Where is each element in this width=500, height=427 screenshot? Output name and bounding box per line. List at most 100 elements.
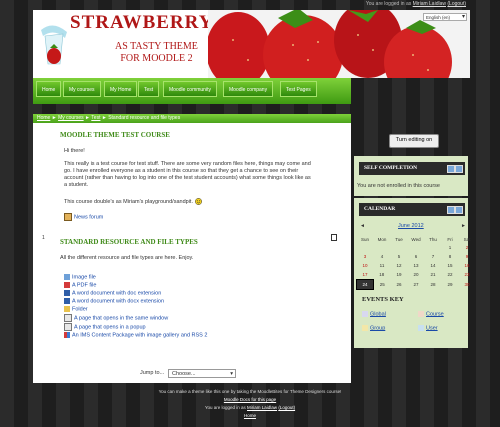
calendar-day[interactable]: 13 <box>408 261 425 270</box>
calendar-day[interactable]: 21 <box>425 270 442 280</box>
calendar-day[interactable]: 8 <box>442 252 459 261</box>
calendar-day[interactable]: 17 <box>357 270 374 280</box>
login-prefix: You are logged in as <box>365 1 413 7</box>
section-title: STANDARD RESOURCE AND FILE TYPES <box>60 238 198 246</box>
smiley-icon <box>194 198 202 205</box>
site-title[interactable]: STRAWBERRY <box>70 12 213 34</box>
calendar-day[interactable]: 15 <box>442 261 459 270</box>
footer-logout-link[interactable]: (Logout) <box>278 405 295 410</box>
login-user-link[interactable]: Miriam Laidlaw <box>413 1 446 7</box>
jump-to-select[interactable]: Choose... <box>168 369 236 379</box>
breadcrumb-home[interactable]: Home <box>37 115 50 121</box>
calendar-day[interactable]: 25 <box>374 280 391 290</box>
word-icon <box>64 289 70 296</box>
nav-tab-my-home[interactable]: My Home <box>104 81 138 97</box>
resource-label: Folder <box>72 306 88 313</box>
resource-ims-package[interactable]: An IMS Content Package with image galler… <box>64 331 208 340</box>
block-dock-icon[interactable] <box>447 206 455 214</box>
resource-word-docx[interactable]: A word document with docx extension <box>64 297 207 306</box>
footer-login-info: You are logged in as Miriam Laidlaw (Log… <box>0 404 500 412</box>
course-note-text: This course double's as Miriam's playgro… <box>64 198 193 205</box>
calendar-next-month[interactable]: ► <box>461 223 466 229</box>
nav-tab-test[interactable]: Test <box>138 81 160 97</box>
event-key-course[interactable]: Course <box>418 311 444 317</box>
calendar-day-header: Sun <box>360 237 369 242</box>
calendar-day[interactable]: 12 <box>391 261 408 270</box>
calendar-month-title[interactable]: June 2012 <box>398 223 424 229</box>
event-key-global[interactable]: Global <box>362 311 386 317</box>
calendar-day[interactable]: 22 <box>442 270 459 280</box>
calendar-day[interactable]: 10 <box>357 261 374 270</box>
event-key-label: Course <box>426 311 444 318</box>
main-nav: Home My courses My Home Test Moodle comm… <box>33 78 351 104</box>
resource-page-same-window[interactable]: A page that opens in the same window <box>64 313 207 323</box>
calendar-day[interactable]: 5 <box>391 252 408 261</box>
calendar-day[interactable]: 24 <box>356 279 374 290</box>
calendar-day-header: Tue <box>395 237 403 242</box>
resource-label: An IMS Content Package with image galler… <box>72 332 208 339</box>
breadcrumb-my-courses[interactable]: My courses <box>58 115 84 121</box>
nav-tab-my-courses[interactable]: My courses <box>63 81 101 97</box>
resource-page-popup[interactable]: A page that opens in a popup <box>64 322 207 332</box>
event-key-user[interactable]: User <box>418 325 438 331</box>
calendar-day[interactable]: 30 <box>459 280 476 290</box>
calendar-day[interactable]: 2 <box>459 243 476 252</box>
nav-tab-test-pages[interactable]: Test Pages <box>280 81 317 97</box>
resource-image-file[interactable]: Image file <box>64 274 207 282</box>
moodle-docs-link[interactable]: Moodle Docs for this page <box>224 397 276 402</box>
calendar-day[interactable]: 20 <box>408 270 425 280</box>
footer-user-link[interactable]: Miriam Laidlaw <box>247 405 277 410</box>
group-events-icon <box>362 325 368 331</box>
main-content: MOODLE THEME TEST COURSE Hi there! This … <box>33 123 351 383</box>
site-header: STRAWBERRY AS TASTY THEME FOR MOODLE 2 E… <box>33 10 470 78</box>
resource-label: A word document with doc extension <box>72 290 162 297</box>
nav-tab-moodle-company[interactable]: Moodle company <box>223 81 274 97</box>
calendar-day[interactable]: 9 <box>459 252 476 261</box>
calendar-day[interactable]: 26 <box>391 280 408 290</box>
calendar-week: 10 11 12 13 14 15 16 <box>357 261 476 270</box>
calendar-day[interactable]: 19 <box>391 270 408 280</box>
footer-home-link[interactable]: Home <box>244 413 256 418</box>
calendar-day[interactable]: 27 <box>408 280 425 290</box>
calendar-day[interactable]: 23 <box>459 270 476 280</box>
calendar-day <box>357 243 374 252</box>
section-toggle-icon[interactable] <box>331 234 337 241</box>
resource-pdf-file[interactable]: A PDF file <box>64 281 207 290</box>
news-forum-link[interactable]: News forum <box>64 213 103 222</box>
folder-icon <box>64 305 70 312</box>
calendar-day[interactable]: 3 <box>357 252 374 261</box>
calendar-day <box>391 243 408 252</box>
logout-link[interactable]: (Logout) <box>447 1 466 7</box>
resource-folder[interactable]: Folder <box>64 305 207 314</box>
block-dock-icon[interactable] <box>447 165 455 173</box>
resource-label: A PDF file <box>72 282 97 289</box>
forum-icon <box>64 213 72 221</box>
nav-tab-moodle-community[interactable]: Moodle community <box>163 81 217 97</box>
calendar-day[interactable]: 1 <box>442 243 459 252</box>
block-collapse-icon[interactable] <box>455 206 463 214</box>
calendar-day[interactable]: 29 <box>442 280 459 290</box>
calendar-day[interactable]: 11 <box>374 261 391 270</box>
turn-editing-button[interactable]: Turn editing on <box>389 134 439 148</box>
resource-label: Image file <box>72 274 96 281</box>
calendar-day[interactable]: 28 <box>425 280 442 290</box>
resource-word-doc[interactable]: A word document with doc extension <box>64 289 207 298</box>
course-description: This really is a test course for test st… <box>64 161 311 188</box>
calendar-day[interactable]: 14 <box>425 261 442 270</box>
page-icon <box>64 313 72 322</box>
calendar-prev-month[interactable]: ◄ <box>360 223 365 229</box>
language-select[interactable]: English (en) <box>423 13 467 21</box>
calendar-day[interactable]: 4 <box>374 252 391 261</box>
footer-promo: You can make a theme like this one by ta… <box>158 389 342 394</box>
nav-tab-home[interactable]: Home <box>36 81 62 97</box>
block-collapse-icon[interactable] <box>455 165 463 173</box>
calendar-day[interactable]: 16 <box>459 261 476 270</box>
footer: You can make a theme like this one by ta… <box>0 388 500 420</box>
calendar-day[interactable]: 7 <box>425 252 442 261</box>
calendar-day[interactable]: 6 <box>408 252 425 261</box>
breadcrumb-test[interactable]: Test <box>91 115 100 121</box>
word-icon <box>64 297 70 304</box>
image-icon <box>64 274 70 280</box>
event-key-group[interactable]: Group <box>362 325 385 331</box>
calendar-day[interactable]: 18 <box>374 270 391 280</box>
